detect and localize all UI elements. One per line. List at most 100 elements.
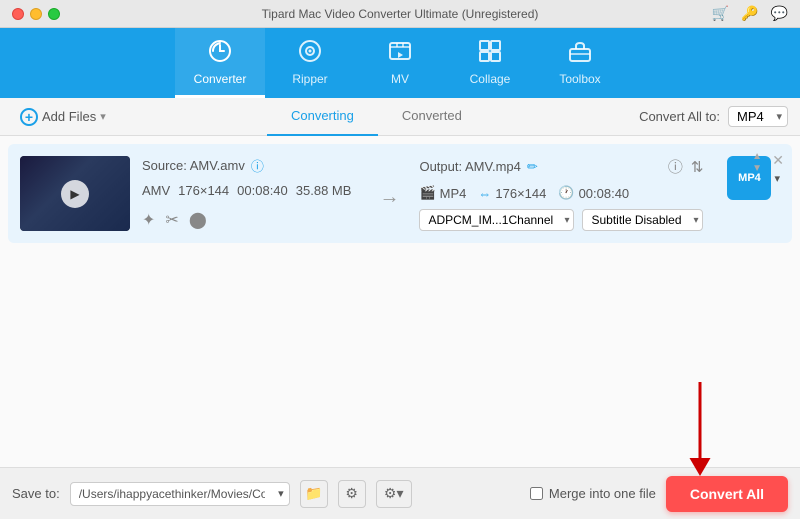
output-details: 🎬 MP4 ⇔ 176×144 🕐 00:08:40 [419,185,703,201]
convert-all-button[interactable]: Convert All [666,476,788,512]
nav-converter[interactable]: Converter [175,28,265,98]
ripper-icon [297,38,323,68]
clock-icon: 🕐 [558,185,574,201]
close-button[interactable] [12,8,24,20]
output-resolution: 176×144 [495,186,546,201]
title-bar: Tipard Mac Video Converter Ultimate (Unr… [0,0,800,28]
title-bar-icons: 🛒 🔑 💬 [712,5,788,22]
file-meta: AMV 176×144 00:08:40 35.88 MB [142,183,359,198]
folder-icon: 📁 [305,485,322,502]
file-size: 35.88 MB [296,183,352,198]
subtitle-select-wrapper[interactable]: Subtitle Disabled [582,209,703,231]
output-resolution-item: ⇔ 176×144 [478,186,546,201]
output-top-icons: ⓘ ⇅ [668,156,704,177]
nav-mv[interactable]: MV [355,28,445,98]
format-select[interactable]: MP4 MOV AVI MKV [728,106,788,127]
format-badge: MP4 [727,156,771,200]
nav-toolbox[interactable]: Toolbox [535,28,625,98]
output-duration: 00:08:40 [579,186,630,201]
sort-down-icon[interactable]: ▼ [752,164,762,174]
audio-select-wrapper[interactable]: ADPCM_IM...1Channel [419,209,574,231]
convert-all-to-label: Convert All to: [639,109,720,124]
arrow-section: → [371,156,407,209]
play-button[interactable]: ▶ [61,180,89,208]
window-title: Tipard Mac Video Converter Ultimate (Unr… [262,7,539,21]
nav-bar: Converter Ripper MV [0,28,800,98]
format-icon: 🎬 [419,185,435,201]
resolution-icon: ⇔ [478,186,491,201]
scissors-icon[interactable]: ✂ [165,210,178,230]
key-icon[interactable]: 🔑 [741,5,758,22]
edit-output-icon[interactable]: ✏ [527,159,538,175]
toolbox-icon [567,38,593,68]
file-resolution: 176×144 [178,183,229,198]
sort-up-icon[interactable]: ▲ [752,152,762,162]
save-path-input[interactable] [70,482,290,506]
browse-folder-button[interactable]: 📁 [300,480,328,508]
settings-button-1[interactable]: ⚙ [338,480,366,508]
tab-converted[interactable]: Converted [378,98,486,136]
toolbar-right: Convert All to: MP4 MOV AVI MKV [639,106,788,127]
output-name-line: Output: AMV.mp4 ✏ [419,159,537,175]
output-duration-item: 🕐 00:08:40 [558,185,629,201]
sparkle-icon[interactable]: ✦ [142,210,155,230]
output-swap-icon[interactable]: ⇅ [691,158,704,176]
mv-icon [387,38,413,68]
add-files-button[interactable]: + Add Files ▾ [12,104,114,130]
converter-label: Converter [194,72,247,86]
ripper-label: Ripper [292,72,327,86]
format-badge-chevron[interactable]: ▾ [774,172,780,185]
file-row-sort-arrows: ▲ ▼ [752,152,762,174]
format-select-wrapper[interactable]: MP4 MOV AVI MKV [728,106,788,127]
nav-ripper[interactable]: Ripper [265,28,355,98]
audio-select[interactable]: ADPCM_IM...1Channel [419,209,574,231]
output-top: Output: AMV.mp4 ✏ ⓘ ⇅ [419,156,703,177]
source-label: Source: AMV.amv [142,158,245,173]
source-line: Source: AMV.amv ⓘ [142,156,359,175]
file-row-close-icon[interactable]: ✕ [772,152,784,169]
settings-button-2[interactable]: ⚙▾ [376,480,412,508]
file-duration: 00:08:40 [237,183,288,198]
minimize-button[interactable] [30,8,42,20]
converter-icon [207,38,233,68]
file-format: AMV [142,183,170,198]
bottom-area: Save to: ▾ 📁 ⚙ ⚙▾ Merge into one file Co… [0,467,800,519]
arrow-right-icon: → [379,186,399,209]
maximize-button[interactable] [48,8,60,20]
plus-circle-icon: + [20,108,38,126]
gear-icon: ⚙ [345,485,358,502]
tab-converting[interactable]: Converting [267,98,378,136]
cart-icon[interactable]: 🛒 [712,5,729,22]
save-path-wrapper: ▾ [70,482,290,506]
add-files-label: Add Files [42,109,96,124]
subtitle-select[interactable]: Subtitle Disabled [582,209,703,231]
traffic-lights [12,8,60,20]
merge-checkbox[interactable] [530,487,543,500]
add-files-chevron-icon: ▾ [100,110,106,123]
merge-label[interactable]: Merge into one file [549,486,656,501]
collage-icon [477,38,503,68]
file-actions: ✦ ✂ ⬤ [142,210,359,230]
output-selects: ADPCM_IM...1Channel Subtitle Disabled [419,209,703,231]
source-info-icon[interactable]: ⓘ [251,156,264,175]
output-section: Output: AMV.mp4 ✏ ⓘ ⇅ 🎬 MP4 ⇔ 176×144 [419,156,703,231]
gear2-icon: ⚙▾ [384,485,404,502]
mv-label: MV [391,72,409,86]
toolbar-tabs: Converting Converted [114,98,639,136]
collage-label: Collage [470,72,511,86]
output-info-icon[interactable]: ⓘ [668,156,683,177]
output-format-item: 🎬 MP4 [419,185,466,201]
file-row: ▶ Source: AMV.amv ⓘ AMV 176×144 00:08:40… [8,144,792,243]
merge-checkbox-area: Merge into one file [530,486,656,501]
nav-collage[interactable]: Collage [445,28,535,98]
red-arrow-annotation [680,377,720,477]
toolbar: + Add Files ▾ Converting Converted Conve… [0,98,800,136]
file-info: Source: AMV.amv ⓘ AMV 176×144 00:08:40 3… [142,156,359,230]
palette-icon[interactable]: ⬤ [189,210,207,230]
output-format: MP4 [440,186,467,201]
output-label: Output: AMV.mp4 [419,159,520,174]
save-to-label: Save to: [12,486,60,501]
file-thumbnail[interactable]: ▶ [20,156,130,231]
toolbox-label: Toolbox [559,72,600,86]
chat-icon[interactable]: 💬 [771,5,788,22]
